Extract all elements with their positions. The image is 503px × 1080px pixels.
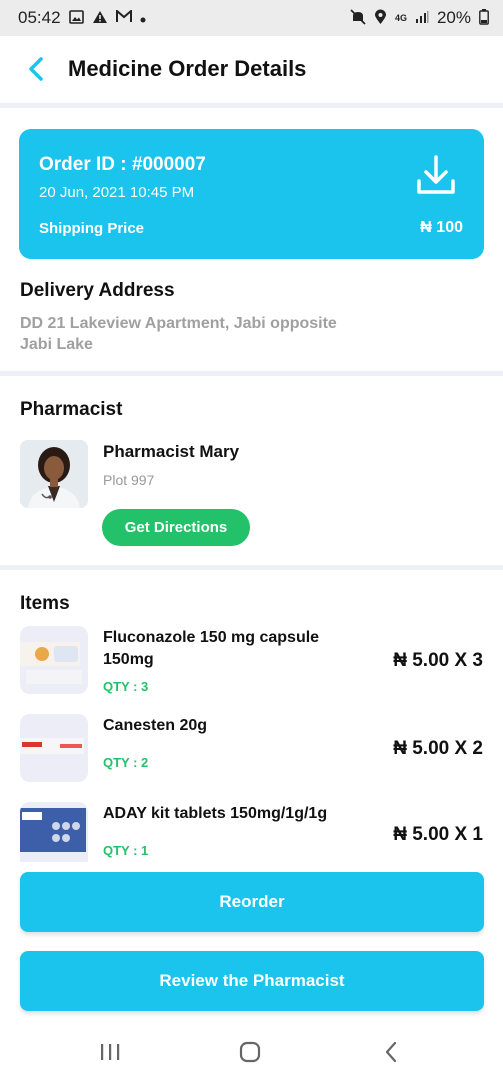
shipping-price: ₦ 100 <box>420 219 463 236</box>
bottom-actions: Reorder Review the Pharmacist <box>0 862 503 1027</box>
divider <box>0 103 503 108</box>
alert-icon <box>92 10 108 27</box>
order-date: 20 Jun, 2021 10:45 PM <box>39 184 195 201</box>
battery-icon <box>479 8 489 28</box>
recents-icon <box>101 1044 120 1060</box>
review-pharmacist-button[interactable]: Review the Pharmacist <box>20 951 484 1011</box>
order-summary-card: Order ID : #000007 20 Jun, 2021 10:45 PM… <box>19 129 484 259</box>
recents-button[interactable] <box>90 1037 130 1067</box>
order-id: Order ID : #000007 <box>39 154 206 175</box>
page-title: Medicine Order Details <box>68 56 307 81</box>
item-qty: QTY : 3 <box>103 679 149 694</box>
back-icon <box>385 1041 397 1063</box>
gmail-icon <box>115 8 132 26</box>
back-button[interactable] <box>16 49 56 89</box>
system-nav-bar <box>0 1025 503 1080</box>
dot-icon <box>140 11 146 26</box>
mute-icon <box>350 8 366 28</box>
app-header: Medicine Order Details <box>0 36 503 102</box>
item-price: ₦ 5.00 X 1 <box>393 824 483 845</box>
item-price: ₦ 5.00 X 3 <box>393 650 483 671</box>
list-item[interactable]: Fluconazole 150 mg capsule 150mg QTY : 3… <box>0 624 503 694</box>
item-image <box>20 802 88 862</box>
item-image <box>20 626 88 694</box>
home-button[interactable] <box>230 1037 270 1067</box>
item-qty: QTY : 1 <box>103 843 149 858</box>
download-icon <box>417 155 455 194</box>
item-qty: QTY : 2 <box>103 755 149 770</box>
item-name: ADAY kit tablets 150mg/1g/1g <box>103 805 328 822</box>
pharmacist-name: Pharmacist Mary <box>103 442 240 461</box>
list-item[interactable]: ADAY kit tablets 150mg/1g/1g QTY : 1 ₦ 5… <box>0 800 503 862</box>
items-list[interactable]: Fluconazole 150 mg capsule 150mg QTY : 3… <box>0 622 503 862</box>
item-name: Fluconazole 150 mg capsule 150mg <box>103 629 320 668</box>
delivery-address: DD 21 Lakeview Apartment, Jabi opposite … <box>20 315 337 353</box>
network-type: 4G <box>394 12 407 23</box>
pharmacist-avatar <box>20 440 88 508</box>
shipping-label: Shipping Price <box>39 220 145 237</box>
delivery-address-title: Delivery Address <box>20 280 175 301</box>
pharmacist-title: Pharmacist <box>20 399 123 420</box>
chevron-left-icon <box>29 57 43 81</box>
item-name: Canesten 20g <box>103 717 208 734</box>
item-image <box>20 714 88 782</box>
item-price: ₦ 5.00 X 2 <box>393 738 483 759</box>
download-button[interactable] <box>416 153 456 197</box>
location-icon <box>374 9 387 28</box>
gallery-icon <box>68 9 84 27</box>
status-bar: 05:42 4G 20% <box>0 0 503 36</box>
battery-percent: 20% <box>436 8 471 27</box>
get-directions-button[interactable]: Get Directions <box>102 509 250 546</box>
home-icon <box>239 1041 261 1063</box>
divider <box>0 371 503 376</box>
nav-back-button[interactable] <box>371 1037 411 1067</box>
items-title: Items <box>20 593 70 614</box>
reorder-button[interactable]: Reorder <box>20 872 484 932</box>
divider <box>0 565 503 570</box>
signal-icon <box>415 10 429 27</box>
list-item[interactable]: Canesten 20g QTY : 2 ₦ 5.00 X 2 <box>0 712 503 782</box>
status-time: 05:42 <box>18 8 61 27</box>
pharmacist-plot: Plot 997 <box>103 472 155 488</box>
